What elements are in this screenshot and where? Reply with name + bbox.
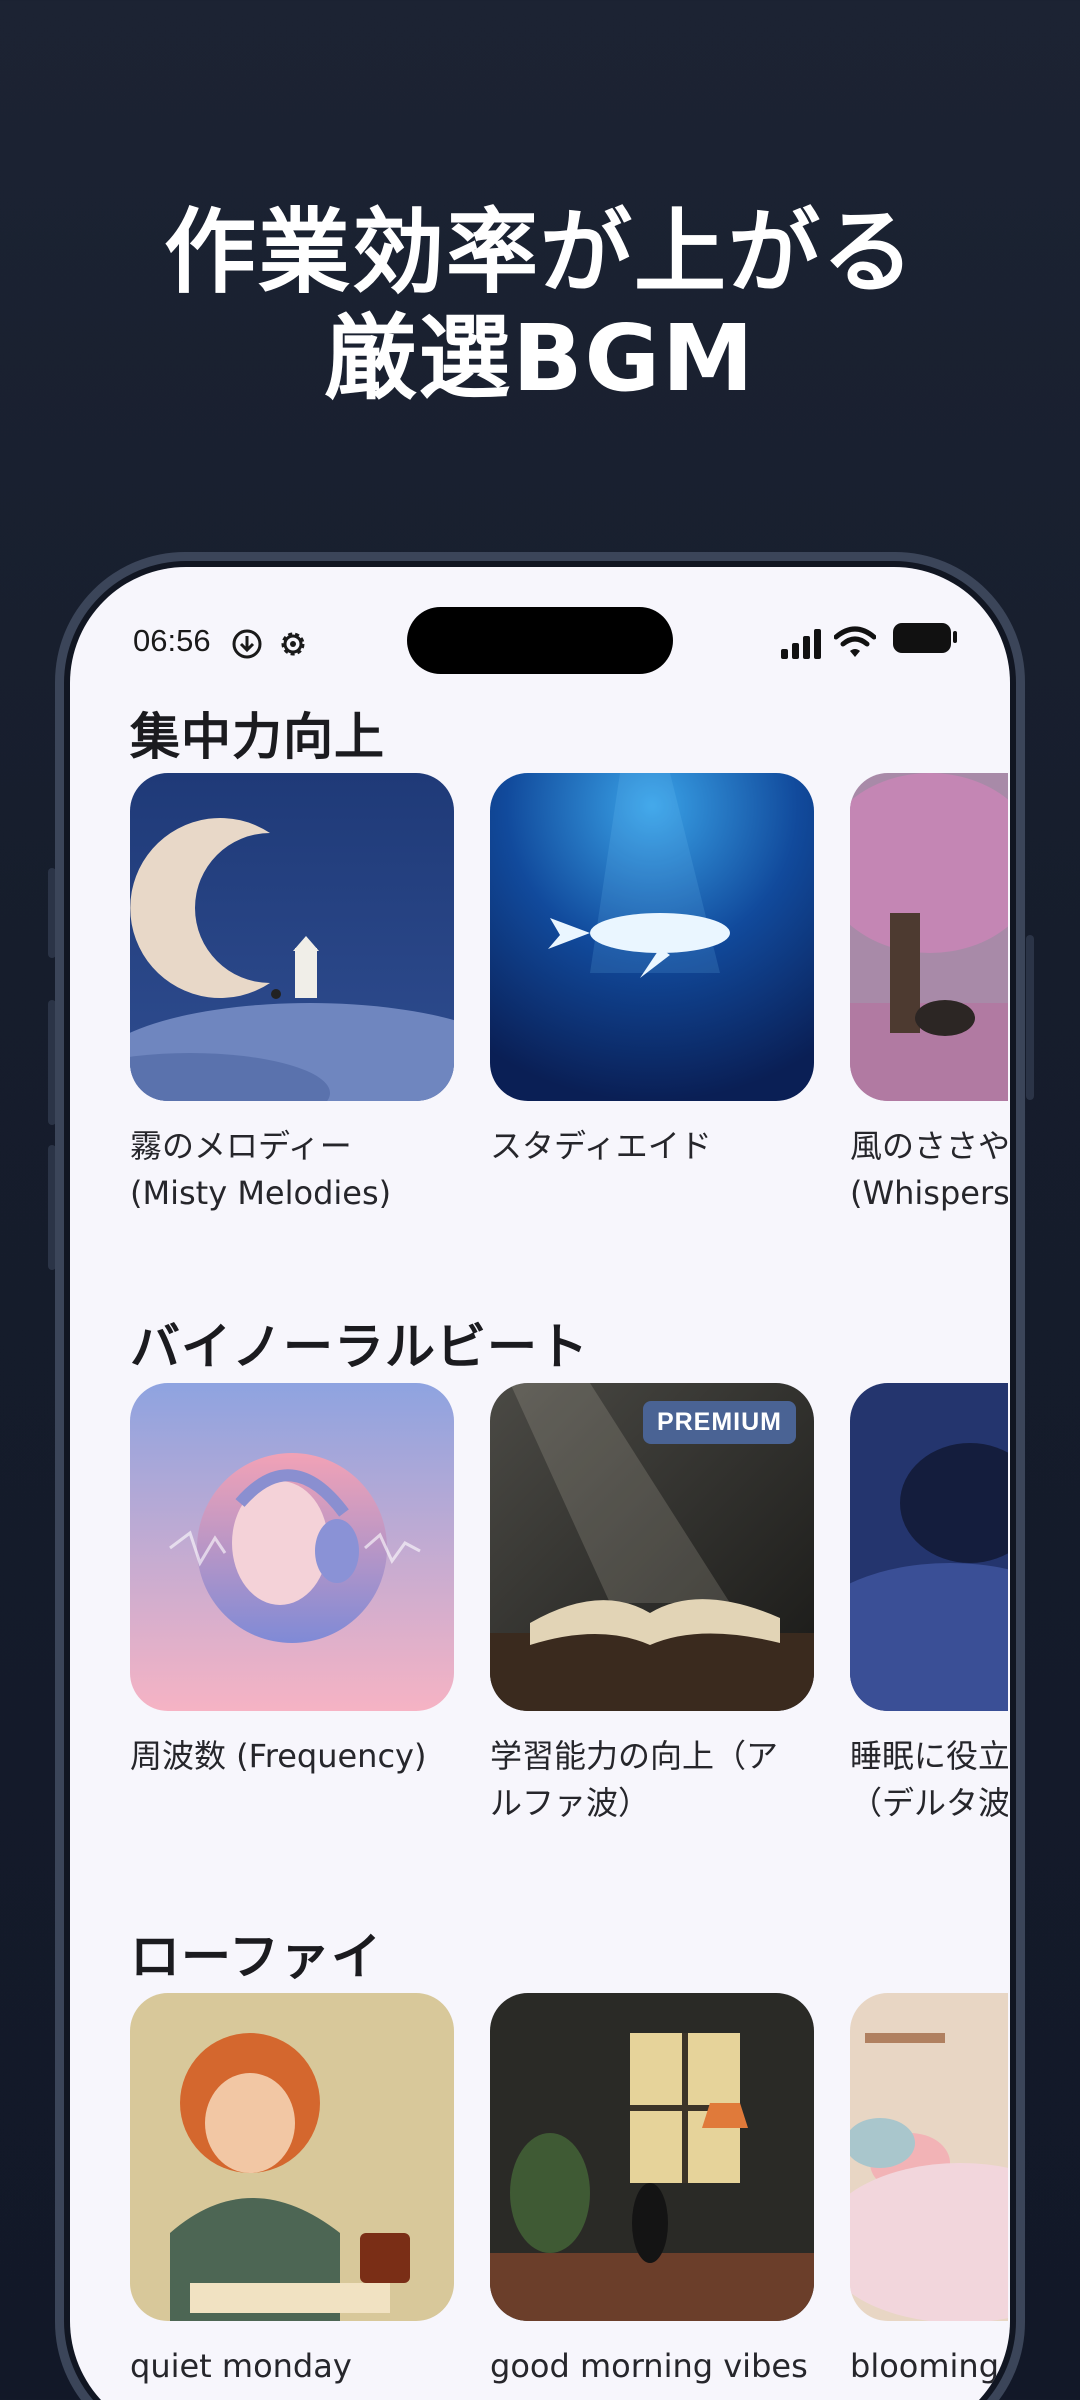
cherry-tree-art	[850, 773, 1008, 1101]
track-artwork	[130, 773, 454, 1101]
battery-tip	[953, 631, 957, 643]
track-artwork: PREMIUM	[490, 1383, 814, 1711]
dynamic-island	[407, 607, 673, 674]
track-card[interactable]: PREMIUM 学習能力の向上（ア ルファ波）	[490, 1383, 814, 1827]
track-artwork	[850, 1383, 1008, 1711]
whale-ocean-art	[490, 773, 814, 1101]
track-card[interactable]: 睡眠に役立 （デルタ波	[850, 1383, 1008, 1827]
phone-side-button	[1026, 935, 1034, 1100]
track-title: blooming i	[850, 2347, 1008, 2385]
track-card[interactable]: good morning vibes	[490, 1993, 814, 2390]
track-title: 睡眠に役立 （デルタ波	[850, 1737, 1008, 1822]
promo-headline: 作業効率が上がる 厳選BGM	[0, 200, 1080, 412]
phone-frame: 06:56 集中力向上 霧のメロディー (Misty Melodies) スタデ…	[55, 552, 1025, 2400]
track-title: good morning vibes	[490, 2347, 808, 2385]
app-screen: 06:56 集中力向上 霧のメロディー (Misty Melodies) スタデ…	[70, 567, 1010, 2400]
section-title: ローファイ	[130, 1928, 382, 1986]
track-title: 学習能力の向上（ア ルファ波）	[490, 1737, 779, 1822]
headphone-face-art	[130, 1383, 454, 1711]
cellular-signal-icon	[781, 629, 821, 659]
card-row[interactable]: 周波数 (Frequency) PREMIUM 学習能力の向上（ア ルファ波） …	[130, 1383, 1008, 1883]
track-card[interactable]: quiet monday	[130, 1993, 454, 2390]
track-title: quiet monday	[130, 2347, 352, 2385]
track-artwork	[850, 773, 1008, 1101]
track-title: スタディエイド	[490, 1127, 712, 1165]
lofi-room-art	[490, 1993, 814, 2321]
headline-line-2: 厳選BGM	[324, 305, 756, 412]
track-artwork	[850, 1993, 1008, 2321]
track-artwork	[490, 773, 814, 1101]
section-title: 集中力向上	[130, 708, 385, 766]
battery-icon	[893, 623, 951, 653]
track-artwork	[130, 1993, 454, 2321]
track-card[interactable]: 風のささや (Whispers	[850, 773, 1008, 1217]
phone-bezel: 06:56 集中力向上 霧のメロディー (Misty Melodies) スタデ…	[64, 561, 1016, 2400]
track-title: 風のささや (Whispers	[850, 1127, 1008, 1212]
track-title: 霧のメロディー (Misty Melodies)	[130, 1127, 392, 1212]
settings-gear-icon	[281, 632, 305, 656]
pastel-bedroom-art	[850, 1993, 1008, 2321]
headline-line-1: 作業効率が上がる	[163, 199, 916, 306]
track-title: 周波数 (Frequency)	[130, 1737, 427, 1775]
wifi-icon	[834, 626, 876, 657]
card-row[interactable]: quiet monday good morning vibes blooming…	[130, 1993, 1008, 2400]
girl-writing-art	[130, 1993, 454, 2321]
download-icon	[232, 629, 262, 659]
sleeping-person-art	[850, 1383, 1008, 1711]
track-artwork	[490, 1993, 814, 2321]
card-row[interactable]: 霧のメロディー (Misty Melodies) スタディエイド 風のささや (…	[130, 773, 1008, 1273]
track-artwork	[130, 1383, 454, 1711]
premium-badge: PREMIUM	[642, 1401, 796, 1444]
track-card[interactable]: 霧のメロディー (Misty Melodies)	[130, 773, 454, 1217]
status-time: 06:56	[133, 623, 211, 658]
track-card[interactable]: blooming i	[850, 1993, 1008, 2390]
track-card[interactable]: 周波数 (Frequency)	[130, 1383, 454, 1780]
section-title: バイノーラルビート	[130, 1318, 589, 1376]
track-card[interactable]: スタディエイド	[490, 773, 814, 1170]
moon-night-art	[130, 773, 454, 1101]
